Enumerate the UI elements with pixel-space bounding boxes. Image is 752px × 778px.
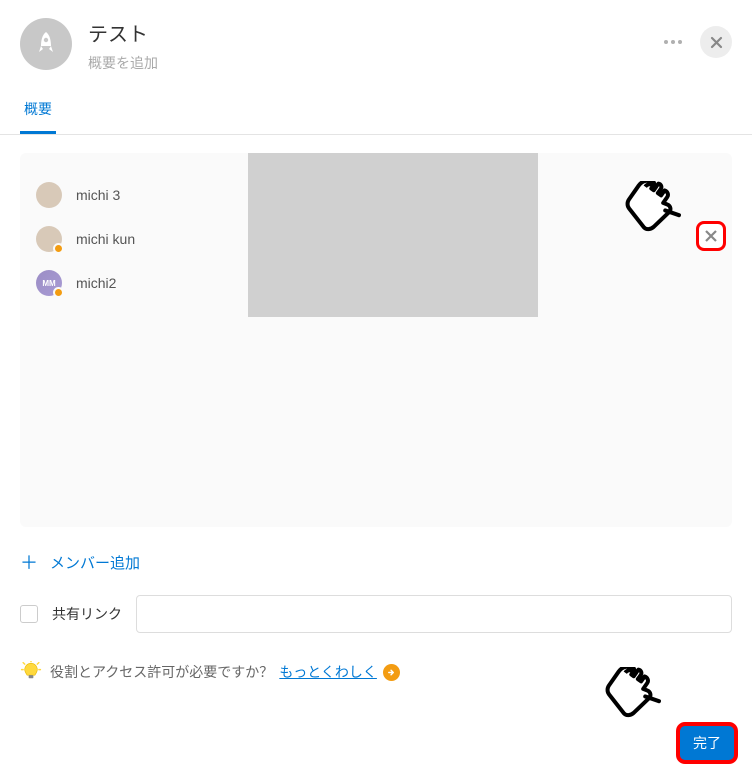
status-badge — [53, 243, 64, 254]
page-subtitle[interactable]: 概要を追加 — [88, 53, 660, 73]
more-icon[interactable] — [660, 36, 686, 48]
workspace-avatar — [20, 18, 72, 70]
member-name: michi 3 — [76, 187, 120, 203]
member-avatar — [36, 226, 62, 252]
status-badge — [53, 287, 64, 298]
pointing-hand-annotation — [594, 667, 674, 742]
x-icon — [704, 229, 718, 243]
tab-overview[interactable]: 概要 — [20, 85, 56, 134]
permissions-text: 役割とアクセス許可が必要ですか？ — [50, 662, 273, 682]
member-name: michi kun — [76, 231, 135, 247]
pointing-hand-annotation — [614, 181, 694, 256]
member-avatar — [36, 182, 62, 208]
placeholder-box — [248, 153, 538, 317]
share-link-input[interactable] — [136, 595, 732, 633]
share-label: 共有リンク — [52, 604, 122, 624]
members-panel: michi 3 michi kun MM michi2 — [20, 153, 732, 527]
close-icon — [710, 36, 723, 49]
add-member-button[interactable]: ＋ メンバー追加 — [0, 539, 752, 585]
remove-member-button[interactable] — [696, 221, 726, 251]
rocket-icon — [35, 31, 57, 57]
close-button[interactable] — [700, 26, 732, 58]
share-checkbox[interactable] — [20, 605, 38, 623]
lightbulb-icon — [20, 661, 42, 683]
page-title: テスト — [88, 18, 660, 47]
plus-icon: ＋ — [20, 549, 38, 575]
member-name: michi2 — [76, 275, 116, 291]
learn-more-link[interactable]: もっとくわしく — [279, 662, 377, 682]
member-avatar: MM — [36, 270, 62, 296]
arrow-badge-icon — [383, 664, 400, 681]
done-button[interactable]: 完了 — [676, 722, 738, 764]
